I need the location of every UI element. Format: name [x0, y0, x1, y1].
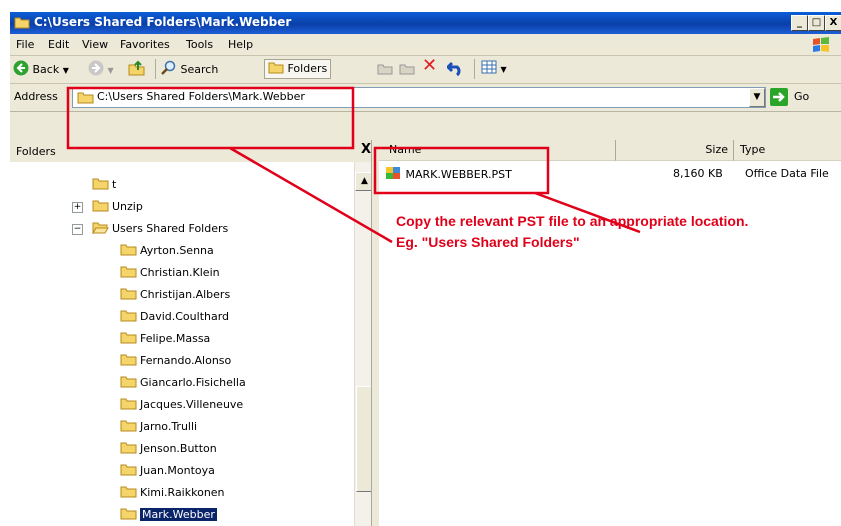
annotation-text-line2: Eg. "Users Shared Folders": [396, 234, 580, 250]
annotation-overlay: [66, 86, 641, 244]
annotation-arrow-line: [229, 146, 393, 244]
file-highlight-box: [373, 146, 550, 195]
address-highlight-box: [66, 86, 355, 150]
annotation-text-line1: Copy the relevant PST file to an appropr…: [396, 213, 749, 229]
